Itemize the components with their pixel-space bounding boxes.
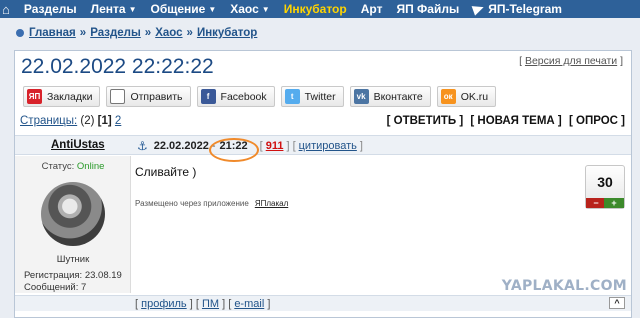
post-footer: [ профиль ] [ ПМ ] [ e-mail ] ^ bbox=[15, 295, 631, 311]
share-bookmarks-button[interactable]: ЯП Закладки bbox=[23, 86, 101, 107]
nav-item-razdely[interactable]: Разделы bbox=[24, 2, 77, 16]
caret-down-icon: ▼ bbox=[261, 4, 270, 14]
user-info-column: Статус: Online Шутник Регистрация: 23.08… bbox=[15, 156, 131, 293]
breadcrumb-razdely[interactable]: Разделы bbox=[90, 27, 141, 39]
page-2-link[interactable]: 2 bbox=[115, 115, 121, 127]
top-nav: ⌂ Разделы Лента ▼ Общение ▼ Хаос ▼ Инкубато… bbox=[0, 0, 640, 18]
user-title: Шутник bbox=[56, 254, 90, 265]
facebook-icon: f bbox=[200, 89, 216, 104]
avatar[interactable] bbox=[41, 182, 105, 246]
post-number-link[interactable]: 911 bbox=[266, 140, 284, 152]
nav-item-khaos[interactable]: Хаос ▼ bbox=[230, 2, 269, 16]
reg-date: 23.08.19 bbox=[84, 270, 122, 281]
ok-icon: ок bbox=[440, 89, 456, 104]
yap-icon: ЯП bbox=[27, 89, 42, 104]
share-ok-button[interactable]: ок OK.ru bbox=[436, 86, 497, 107]
share-vk-button[interactable]: vk Вконтакте bbox=[349, 86, 431, 107]
breadcrumb-inkubator[interactable]: Инкубатор bbox=[197, 27, 257, 39]
nav-item-inkubator[interactable]: Инкубатор bbox=[284, 2, 347, 16]
footer-links: [ профиль ] [ ПМ ] [ e-mail ] bbox=[135, 298, 271, 310]
topic-panel: 22.02.2022 22:22:22 [ Версия для печати … bbox=[14, 50, 632, 318]
msgs-count: 7 bbox=[81, 282, 87, 293]
nav-item-yap-telegram[interactable]: ЯП-Telegram bbox=[471, 2, 562, 16]
anchor-icon[interactable]: ⚓ bbox=[137, 139, 148, 153]
pagination: Страницы: (2) [1] 2 bbox=[20, 115, 121, 127]
pages-label[interactable]: Страницы: bbox=[20, 115, 77, 127]
online-status: Online bbox=[76, 161, 105, 172]
rating-plus-button[interactable]: + bbox=[604, 198, 624, 208]
pm-link[interactable]: ПМ bbox=[202, 298, 219, 310]
rating-minus-button[interactable]: − bbox=[586, 198, 606, 208]
breadcrumb-home[interactable]: Главная bbox=[29, 27, 76, 39]
vk-icon: vk bbox=[353, 89, 369, 104]
share-buttons: ЯП Закладки ✉ Отправить f Facebook t Twitter… bbox=[23, 86, 502, 107]
scroll-up-button[interactable]: ^ bbox=[609, 297, 625, 309]
breadcrumb: Главная » Разделы » Хаос » Инкубатор bbox=[16, 27, 257, 39]
pages-count: (2) bbox=[80, 115, 95, 127]
telegram-icon bbox=[471, 2, 486, 16]
page-title: 22.02.2022 22:22:22 bbox=[21, 55, 214, 78]
share-email-button[interactable]: ✉ Отправить bbox=[106, 86, 191, 107]
quote-link[interactable]: цитировать bbox=[299, 140, 357, 152]
app-link[interactable]: ЯПлакал bbox=[255, 199, 288, 208]
breadcrumb-bullet-icon bbox=[16, 29, 24, 37]
breadcrumb-khaos[interactable]: Хаос bbox=[155, 27, 182, 39]
home-icon[interactable]: ⌂ bbox=[2, 2, 10, 17]
share-facebook-button[interactable]: f Facebook bbox=[196, 86, 275, 107]
caret-down-icon: ▼ bbox=[128, 4, 137, 14]
profile-link[interactable]: профиль bbox=[141, 298, 187, 310]
page-current: [1] bbox=[97, 115, 112, 127]
watermark: YAPLAKAL.COM bbox=[501, 278, 627, 294]
reply-button[interactable]: [ ОТВЕТИТЬ ] bbox=[387, 115, 464, 127]
rating-value: 30 bbox=[597, 174, 613, 190]
caret-down-icon: ▼ bbox=[208, 4, 217, 14]
post-rating: 30 − + bbox=[585, 165, 625, 209]
twitter-icon: t bbox=[284, 89, 300, 104]
post-date: 22.02.2022 bbox=[153, 140, 209, 152]
posted-via: Размещено через приложение ЯПлакал bbox=[135, 199, 289, 208]
print-version: [ Версия для печати ] bbox=[519, 55, 623, 67]
user-status: Статус: Online bbox=[41, 161, 105, 172]
nav-item-obshchenie[interactable]: Общение ▼ bbox=[150, 2, 216, 16]
author-name[interactable]: AntiUstas bbox=[51, 139, 105, 151]
topic-actions: [ ОТВЕТИТЬ ] [ НОВАЯ ТЕМА ] [ ОПРОС ] bbox=[383, 115, 625, 127]
print-version-link[interactable]: Версия для печати bbox=[525, 55, 617, 67]
time-highlight-circle bbox=[209, 138, 259, 162]
email-link[interactable]: e-mail bbox=[234, 298, 264, 310]
post-text: Сливайте ) bbox=[135, 165, 197, 179]
mail-icon: ✉ bbox=[110, 89, 126, 104]
user-stats: Регистрация: 23.08.19 Сообщений: 7 bbox=[24, 270, 122, 293]
nav-item-yap-files[interactable]: ЯП Файлы bbox=[396, 2, 459, 16]
new-topic-button[interactable]: [ НОВАЯ ТЕМА ] bbox=[470, 115, 561, 127]
nav-item-art[interactable]: Арт bbox=[361, 2, 383, 16]
post-header: AntiUstas ⚓ 22.02.2022 - 21:22 [ 911 ] [… bbox=[15, 135, 631, 155]
poll-button[interactable]: [ ОПРОС ] bbox=[569, 115, 625, 127]
share-twitter-button[interactable]: t Twitter bbox=[280, 86, 344, 107]
nav-item-lenta[interactable]: Лента ▼ bbox=[91, 2, 137, 16]
